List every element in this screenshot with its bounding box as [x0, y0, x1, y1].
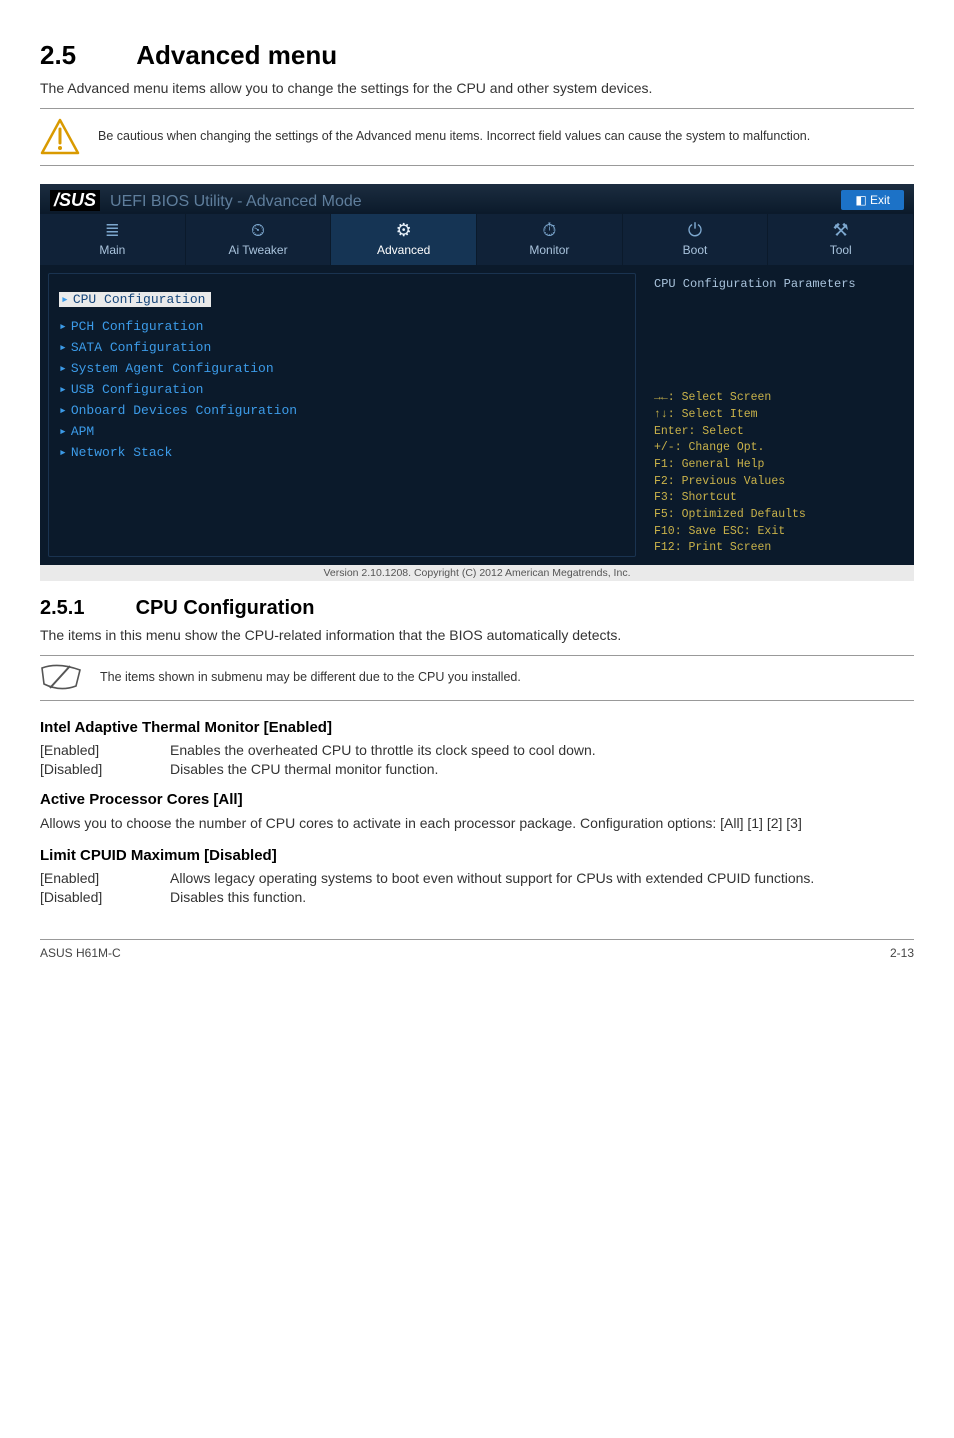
chevron-right-icon: ▸	[61, 292, 69, 307]
tab-monitor-label: Monitor	[529, 243, 569, 257]
tab-main-label: Main	[99, 243, 125, 257]
option-disabled-desc: Disables the CPU thermal monitor functio…	[170, 761, 914, 777]
option-disabled: [Disabled]	[40, 761, 170, 777]
subheading-title: CPU Configuration	[136, 597, 315, 619]
key-help-line: F2: Previous Values	[654, 474, 904, 491]
bios-tab-bar: ≣ Main ⏲ Ai Tweaker ⚙ Advanced ⏱ Monitor…	[40, 214, 914, 265]
setting-cores-title: Active Processor Cores [All]	[40, 791, 914, 808]
bios-right-panel: CPU Configuration Parameters →←: Select …	[644, 265, 914, 565]
option-enabled-desc: Allows legacy operating systems to boot …	[170, 870, 914, 886]
key-help-line: →←: Select Screen	[654, 390, 904, 407]
power-icon: ⏻	[623, 220, 768, 241]
key-help-line: F1: General Help	[654, 457, 904, 474]
tab-ai-tweaker[interactable]: ⏲ Ai Tweaker	[186, 214, 332, 265]
tab-boot-label: Boot	[683, 243, 708, 257]
key-help-line: F12: Print Screen	[654, 540, 904, 557]
option-disabled: [Disabled]	[40, 889, 170, 905]
tab-ai-tweaker-label: Ai Tweaker	[228, 243, 287, 257]
chevron-right-icon: ▸	[59, 403, 67, 418]
setting-cpuid-title: Limit CPUID Maximum [Disabled]	[40, 847, 914, 864]
clock-icon: ⏲	[186, 220, 331, 241]
exit-icon: ◧	[855, 193, 870, 207]
setting-row: [Disabled] Disables this function.	[40, 889, 914, 905]
tool-icon: ⚒	[768, 220, 913, 241]
bios-subtitle: UEFI BIOS Utility - Advanced Mode	[110, 193, 362, 211]
tab-advanced[interactable]: ⚙ Advanced	[331, 214, 477, 265]
chevron-right-icon: ▸	[59, 445, 67, 460]
key-help-line: ↑↓: Select Item	[654, 407, 904, 424]
setting-cores-body: Allows you to choose the number of CPU c…	[40, 814, 914, 833]
chevron-right-icon: ▸	[59, 361, 67, 376]
cfg-system-agent[interactable]: ▸System Agent Configuration	[59, 361, 625, 376]
bios-exit-button[interactable]: ◧ Exit	[841, 190, 904, 210]
setting-row: [Disabled] Disables the CPU thermal moni…	[40, 761, 914, 777]
key-help-line: F3: Shortcut	[654, 490, 904, 507]
footer-right: 2-13	[890, 946, 914, 960]
cfg-cpu[interactable]: ▸CPU Configuration	[59, 292, 211, 307]
page-heading: 2.5 Advanced menu	[40, 40, 914, 71]
gear-icon: ⚙	[331, 220, 476, 241]
subheading: 2.5.1 CPU Configuration	[40, 597, 914, 620]
setting-row: [Enabled] Enables the overheated CPU to …	[40, 742, 914, 758]
setting-adaptive-title: Intel Adaptive Thermal Monitor [Enabled]	[40, 719, 914, 736]
key-help-line: Enter: Select	[654, 424, 904, 441]
tab-monitor[interactable]: ⏱ Monitor	[477, 214, 623, 265]
cfg-sata[interactable]: ▸SATA Configuration	[59, 340, 625, 355]
tab-tool-label: Tool	[830, 243, 852, 257]
key-help-line: F5: Optimized Defaults	[654, 507, 904, 524]
page-footer: ASUS H61M-C 2-13	[40, 939, 914, 960]
tab-boot[interactable]: ⏻ Boot	[623, 214, 769, 265]
chevron-right-icon: ▸	[59, 319, 67, 334]
bios-window: /SUS UEFI BIOS Utility - Advanced Mode ◧…	[40, 184, 914, 581]
bios-exit-label: Exit	[870, 193, 890, 207]
chevron-right-icon: ▸	[59, 382, 67, 397]
setting-row: [Enabled] Allows legacy operating system…	[40, 870, 914, 886]
heading-title: Advanced menu	[136, 40, 337, 70]
note-icon	[40, 664, 82, 692]
subheading-number: 2.5.1	[40, 597, 130, 620]
footer-left: ASUS H61M-C	[40, 946, 121, 960]
option-disabled-desc: Disables this function.	[170, 889, 914, 905]
tab-main[interactable]: ≣ Main	[40, 214, 186, 265]
warning-triangle-icon	[40, 117, 80, 157]
cfg-onboard[interactable]: ▸Onboard Devices Configuration	[59, 403, 625, 418]
key-help-line: F10: Save ESC: Exit	[654, 524, 904, 541]
right-panel-title: CPU Configuration Parameters	[654, 277, 904, 291]
note-callout: The items shown in submenu may be differ…	[40, 655, 914, 701]
cfg-pch[interactable]: ▸PCH Configuration	[59, 319, 625, 334]
cfg-usb[interactable]: ▸USB Configuration	[59, 382, 625, 397]
list-icon: ≣	[40, 220, 185, 241]
sub-intro: The items in this menu show the CPU-rela…	[40, 626, 914, 645]
caution-text: Be cautious when changing the settings o…	[98, 128, 810, 145]
option-enabled: [Enabled]	[40, 742, 170, 758]
bios-left-panel: ▸CPU Configuration ▸PCH Configuration ▸S…	[48, 273, 636, 557]
bios-brand: /SUS	[50, 190, 100, 211]
key-help-line: +/-: Change Opt.	[654, 440, 904, 457]
heading-number: 2.5	[40, 40, 130, 71]
cfg-network-stack[interactable]: ▸Network Stack	[59, 445, 625, 460]
cfg-apm[interactable]: ▸APM	[59, 424, 625, 439]
option-enabled: [Enabled]	[40, 870, 170, 886]
chevron-right-icon: ▸	[59, 340, 67, 355]
intro-text: The Advanced menu items allow you to cha…	[40, 79, 914, 98]
bios-body: ▸CPU Configuration ▸PCH Configuration ▸S…	[40, 265, 914, 565]
caution-callout: Be cautious when changing the settings o…	[40, 108, 914, 166]
bios-version-footer: Version 2.10.1208. Copyright (C) 2012 Am…	[40, 565, 914, 581]
option-enabled-desc: Enables the overheated CPU to throttle i…	[170, 742, 914, 758]
gauge-icon: ⏱	[477, 220, 622, 241]
tab-advanced-label: Advanced	[377, 243, 430, 257]
chevron-right-icon: ▸	[59, 424, 67, 439]
bios-titlebar: /SUS UEFI BIOS Utility - Advanced Mode ◧…	[40, 184, 914, 214]
key-help: →←: Select Screen ↑↓: Select Item Enter:…	[654, 390, 904, 557]
tab-tool[interactable]: ⚒ Tool	[768, 214, 914, 265]
note-text: The items shown in submenu may be differ…	[100, 669, 521, 686]
